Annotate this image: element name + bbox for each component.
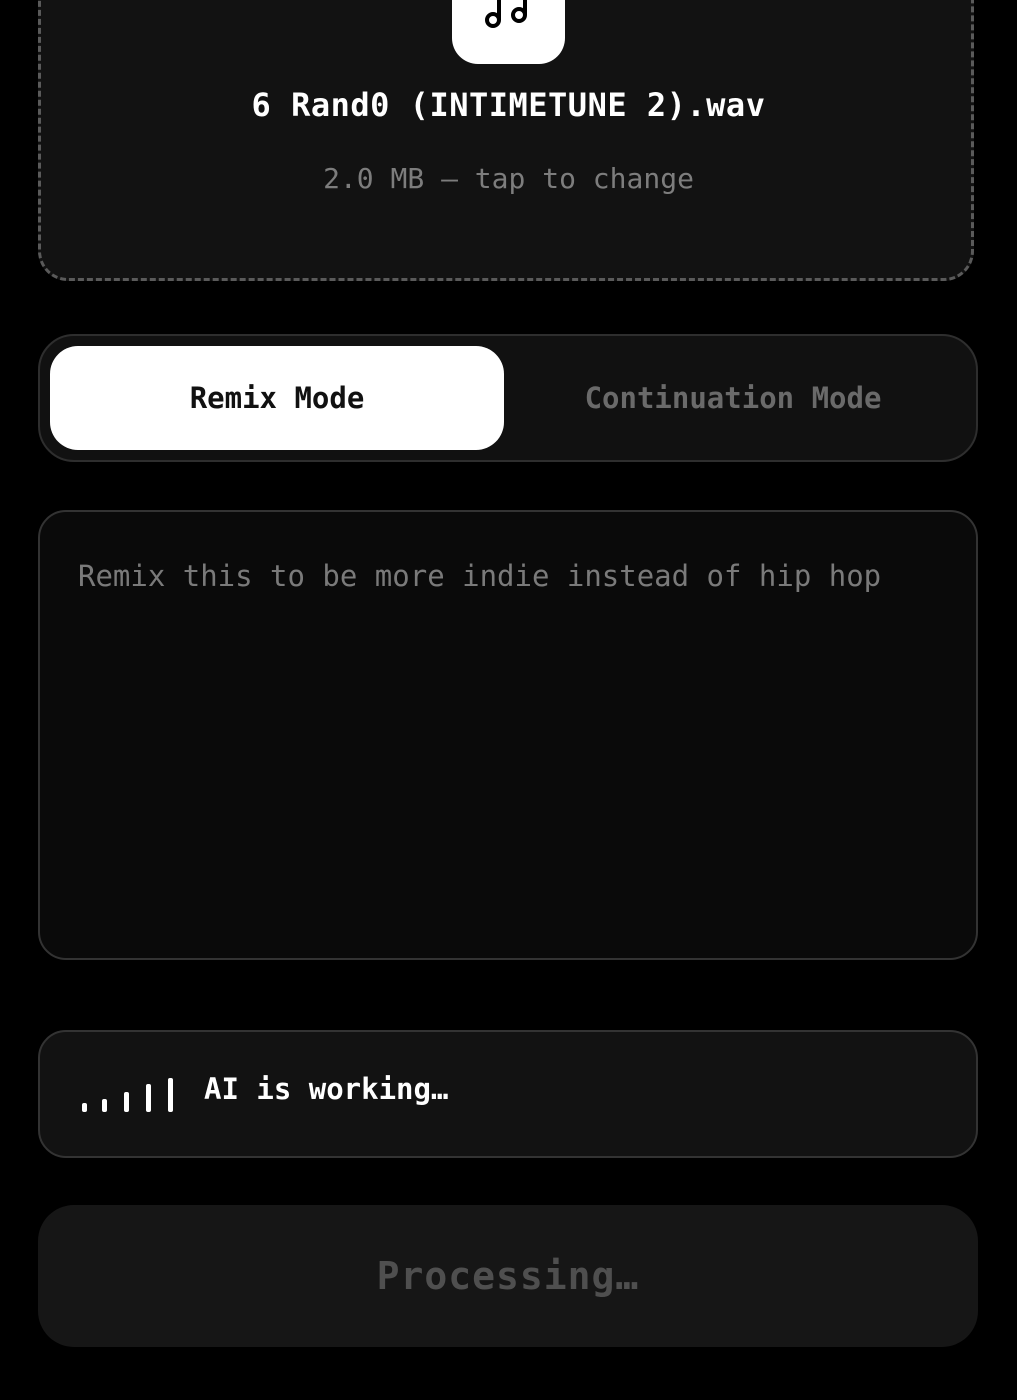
audio-file-tile [452, 0, 565, 64]
waveform-bar [82, 1103, 87, 1112]
status-text: AI is working… [204, 1072, 449, 1106]
music-note-icon [485, 0, 527, 28]
waveform-bar [102, 1099, 107, 1112]
prompt-text: Remix this to be more indie instead of h… [78, 559, 882, 593]
continuation-mode-tab[interactable]: Continuation Mode [506, 346, 960, 450]
mode-toggle: Remix Mode Continuation Mode [38, 334, 978, 462]
remix-mode-tab[interactable]: Remix Mode [50, 346, 504, 450]
processing-button[interactable]: Processing… [38, 1205, 978, 1347]
file-name: 6 Rand0 (INTIMETUNE 2).wav [251, 86, 766, 124]
waveform-icon [82, 1078, 182, 1112]
file-meta-change-link[interactable]: 2.0 MB — tap to change [0, 162, 1017, 195]
waveform-bar [124, 1092, 129, 1112]
prompt-textarea[interactable]: Remix this to be more indie instead of h… [38, 510, 978, 960]
waveform-bar [146, 1084, 151, 1112]
status-panel: AI is working… [38, 1030, 978, 1158]
waveform-bar [168, 1078, 173, 1112]
